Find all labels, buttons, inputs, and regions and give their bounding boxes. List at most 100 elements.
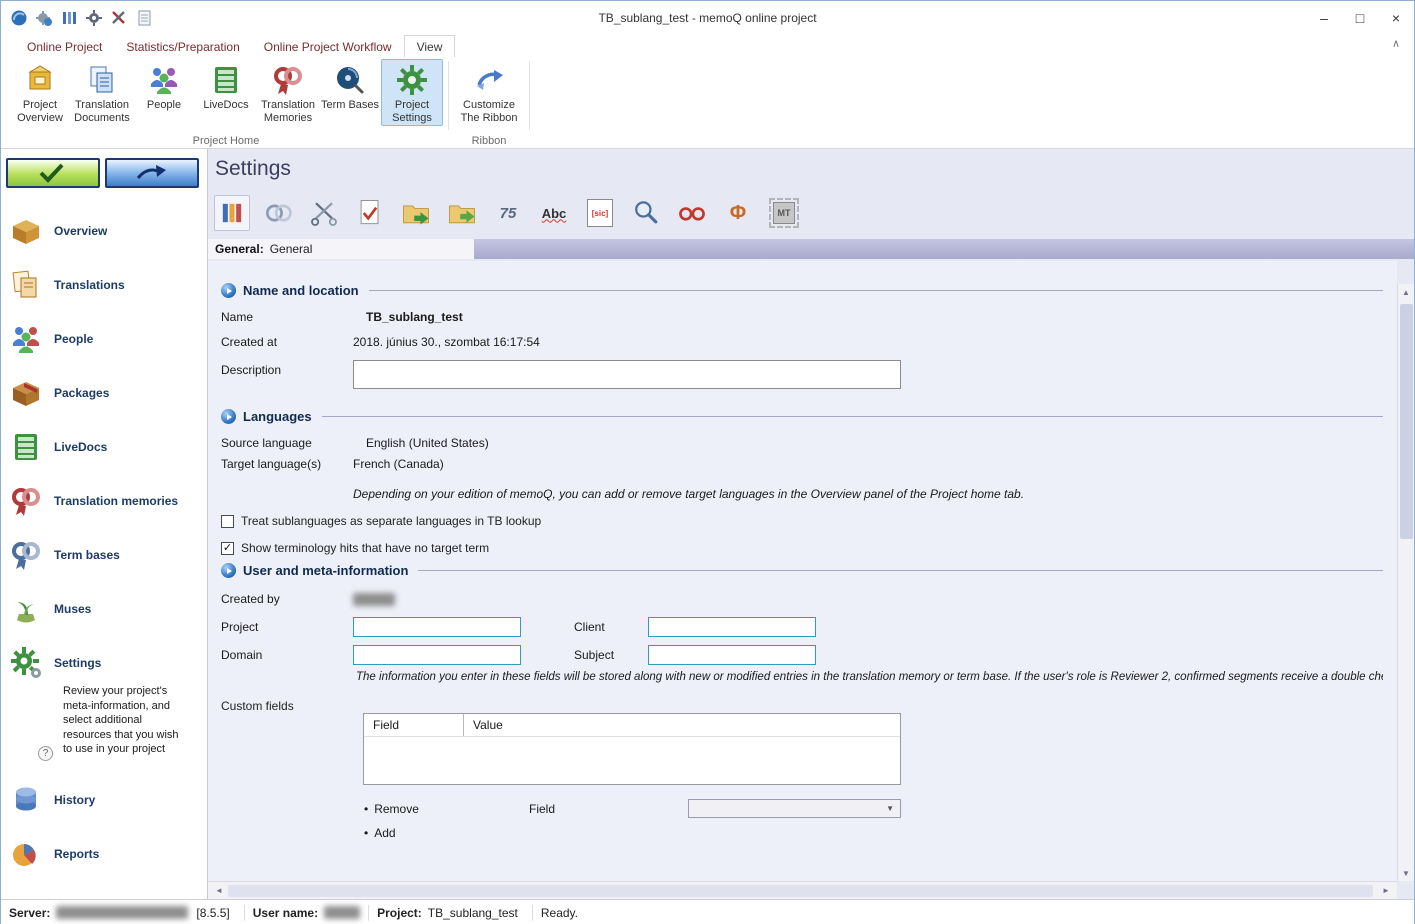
sidebar-item-label: History (54, 793, 95, 807)
section-bullet-icon[interactable] (221, 563, 236, 578)
penalty-weights-icon[interactable]: 75 (490, 195, 526, 231)
livedocs-settings-folder-icon[interactable] (444, 195, 480, 231)
gear-globe-icon[interactable] (35, 9, 53, 27)
project-settings-label: Project Settings (382, 99, 442, 125)
sidebar-item-translations[interactable]: Translations (1, 258, 207, 312)
segmentation-scissors-icon[interactable] (306, 195, 342, 231)
client-input[interactable] (648, 617, 816, 637)
term-bases-icon (333, 63, 367, 97)
memoq-logo-icon[interactable] (10, 9, 28, 27)
vertical-scrollbar[interactable]: ▲ ▼ (1397, 284, 1414, 881)
sidebar-item-people[interactable]: People (1, 312, 207, 366)
section-bullet-icon[interactable] (221, 283, 236, 298)
sidebar-item-packages[interactable]: Packages (1, 366, 207, 420)
source-language-row: Source language English (United States) (221, 436, 1397, 450)
server-columns-icon[interactable] (60, 9, 78, 27)
scroll-left-icon[interactable]: ◄ (212, 883, 226, 899)
scroll-right-icon[interactable]: ► (1379, 883, 1393, 899)
sublanguages-checkbox[interactable] (221, 515, 234, 528)
sidebar-item-history[interactable]: History (1, 773, 207, 827)
section-bullet-icon[interactable] (221, 409, 236, 424)
domain-input[interactable] (353, 645, 521, 665)
sidebar-item-translation-memories[interactable]: Translation memories (1, 474, 207, 528)
tools-icon[interactable] (110, 9, 128, 27)
machine-translation-chip-icon[interactable]: MT (766, 195, 802, 231)
section-title: Languages (243, 409, 312, 424)
project-input[interactable] (353, 617, 521, 637)
ribbon-tab-online-project-workflow[interactable]: Online Project Workflow (252, 36, 404, 57)
vertical-scroll-thumb[interactable] (1400, 304, 1413, 539)
translation-documents-button[interactable]: Translation Documents (71, 59, 133, 126)
customize-ribbon-button[interactable]: Customize The Ribbon (454, 59, 524, 126)
section-title: Name and location (243, 283, 359, 298)
sidebar-item-label: Packages (54, 386, 109, 400)
ribbon-tab-view[interactable]: View (404, 35, 456, 57)
custom-fields-row: Custom fields Field Value • Remove Fie (221, 697, 1397, 840)
statusbar-project-label: Project: (377, 906, 422, 920)
confirm-button[interactable] (6, 158, 100, 188)
sidebar-item-overview[interactable]: Overview (1, 204, 207, 258)
window-controls: – □ × (1306, 1, 1414, 34)
tm-settings-folder-icon[interactable] (398, 195, 434, 231)
notebook-icon[interactable] (135, 9, 153, 27)
ribbon-collapse-icon[interactable]: ∧ (1392, 37, 1400, 50)
term-bases-button[interactable]: Term Bases (319, 59, 381, 113)
project-field-label: Project (221, 620, 353, 634)
gear-icon[interactable] (85, 9, 103, 27)
concordance-magnifier-icon[interactable] (628, 195, 664, 231)
livedocs-label: LiveDocs (203, 99, 248, 112)
window-title: TB_sublang_test - memoQ online project (1, 11, 1414, 25)
subject-input[interactable] (648, 645, 816, 665)
section-rule (322, 416, 1383, 417)
maximize-button[interactable]: □ (1342, 1, 1378, 34)
chevron-down-icon: ▼ (886, 804, 894, 813)
project-overview-button[interactable]: Project Overview (9, 59, 71, 126)
horizontal-scrollbar[interactable]: ◄ ► (208, 881, 1397, 899)
custom-field-select[interactable]: ▼ (688, 799, 901, 818)
description-input[interactable] (353, 360, 901, 389)
sidebar-item-label: Overview (54, 224, 107, 238)
sidebar-nav: Overview Translations People Packages Li… (1, 204, 207, 881)
sic-icon[interactable]: [sic] (582, 195, 618, 231)
terminology-checkbox[interactable]: ✓ (221, 542, 234, 555)
settings-description: Review your project's meta-information, … (63, 684, 185, 757)
rings-category-icon[interactable] (260, 195, 296, 231)
source-language-value: English (United States) (353, 436, 489, 450)
sidebar-item-settings[interactable]: Settings (1, 636, 207, 690)
spellcheck-icon[interactable]: Abc (536, 195, 572, 231)
livedocs-button[interactable]: LiveDocs (195, 59, 257, 113)
translation-memories-icon (271, 63, 305, 97)
sidebar-item-label: Reports (54, 847, 99, 861)
scroll-down-icon[interactable]: ▼ (1398, 865, 1414, 881)
field-select-label: Field (529, 802, 688, 816)
people-icon (147, 63, 181, 97)
sidebar-item-livedocs[interactable]: LiveDocs (1, 420, 207, 474)
sidebar-item-muses[interactable]: Muses (1, 582, 207, 636)
qa-checklist-icon[interactable] (352, 195, 388, 231)
translation-memories-label: Translation Memories (258, 99, 318, 125)
close-button[interactable]: × (1378, 1, 1414, 34)
ribbon-tab-statistics-preparation[interactable]: Statistics/Preparation (114, 36, 251, 57)
sidebar-item-reports[interactable]: Reports (1, 827, 207, 881)
custom-fields-label: Custom fields (221, 697, 363, 713)
add-custom-field-button[interactable]: • Add (364, 826, 396, 840)
help-icon[interactable]: ? (38, 746, 53, 761)
sidebar-item-label: Settings (54, 656, 101, 670)
horizontal-scroll-thumb[interactable] (228, 885, 1373, 897)
project-settings-button[interactable]: Project Settings (381, 59, 443, 126)
font-substitution-icon[interactable]: Φ (720, 195, 756, 231)
created-at-label: Created at (221, 335, 353, 349)
ignore-lists-glasses-icon[interactable] (674, 195, 710, 231)
subject-field-label: Subject (521, 648, 648, 662)
sidebar-item-term-bases[interactable]: Term bases (1, 528, 207, 582)
ribbon-tab-online-project[interactable]: Online Project (15, 36, 114, 57)
scroll-up-icon[interactable]: ▲ (1398, 284, 1414, 300)
people-button[interactable]: People (133, 59, 195, 113)
translation-memories-button[interactable]: Translation Memories (257, 59, 319, 126)
minimize-button[interactable]: – (1306, 1, 1342, 34)
section-user-meta: User and meta-information (221, 563, 1383, 578)
custom-fields-table[interactable]: Field Value (363, 713, 901, 785)
remove-custom-field-button[interactable]: • Remove (364, 802, 529, 816)
general-category-icon[interactable] (214, 195, 250, 231)
navigate-button[interactable] (105, 158, 199, 188)
